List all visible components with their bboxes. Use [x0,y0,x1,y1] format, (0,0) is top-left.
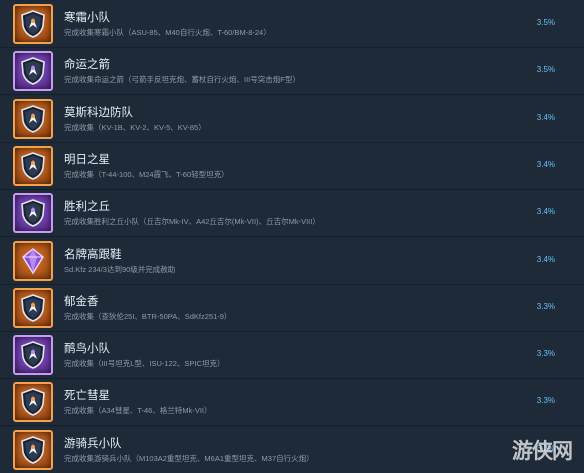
achievement-unlock-percent: 3.4% [536,113,555,122]
achievement-unlock-percent: 3.5% [536,18,555,27]
achievement-unlock-percent: 3.4% [536,255,555,264]
achievement-description: 完成收集寒霜小队（ASU-85、M40自行火炮、T-60/BM-8-24） [64,28,271,37]
achievement-row[interactable]: 命运之箭完成收集命运之箭（弓箭手反坦克炮、蓄杖自行火炮、III号突击炮F型） 3.… [0,48,584,95]
achievement-badge-icon [13,335,53,375]
achievement-unlock-percent: 3.5% [536,65,555,74]
achievement-badge-icon [13,382,53,422]
achievement-title: 莫斯科边防队 [64,107,133,119]
achievement-row[interactable]: 莫斯科边防队完成收集（KV-1B、KV-2、KV-5、KV-85） 3.4% [0,96,584,143]
achievement-description: 完成收集胜利之丘小队（丘吉尔Mk-IV、A42丘吉尔(Mk-VII)、丘吉尔Mk… [64,217,320,226]
achievement-description: 完成收集（T-44-100、M24霞飞、T-60轻型坦克） [64,170,229,179]
achievement-description: Sd.Kfz 234/3达到90级并完成赦助 [64,265,176,274]
achievement-badge-icon [13,51,53,91]
achievement-row[interactable]: 郁金香完成收集（查狄伦25I、BTR-50PA、SdKfz251-9） 3.3% [0,285,584,332]
achievement-title: 鸸鸟小队 [64,343,110,355]
achievement-title: 郁金香 [64,296,99,308]
achievement-title: 游骑兵小队 [64,438,122,450]
achievement-title: 名牌高跟鞋 [64,249,122,261]
gem-icon [13,241,53,281]
achievement-badge-icon [13,288,53,328]
achievement-unlock-percent: 3.3% [536,444,555,453]
achievement-row[interactable]: 寒霜小队完成收集寒霜小队（ASU-85、M40自行火炮、T-60/BM-8-24… [0,1,584,48]
achievement-unlock-percent: 3.3% [536,302,555,311]
achievement-description: 完成收集（查狄伦25I、BTR-50PA、SdKfz251-9） [64,312,232,321]
achievement-title: 死亡彗星 [64,390,110,402]
achievement-description: 完成收集（III号坦克L型、ISU-122、SPIC坦克） [64,359,225,368]
achievement-badge-icon [13,99,53,139]
achievement-title: 寒霜小队 [64,12,110,24]
achievement-unlock-percent: 3.3% [536,396,555,405]
achievement-row[interactable]: 名牌高跟鞋 Sd.Kfz 234/3达到90级并完成赦助 3.4% [0,238,584,285]
achievement-unlock-percent: 3.3% [536,349,555,358]
achievement-description: 完成收集（KV-1B、KV-2、KV-5、KV-85） [64,123,206,132]
achievement-title: 命运之箭 [64,59,110,71]
achievement-row[interactable]: 明日之星完成收集（T-44-100、M24霞飞、T-60轻型坦克） 3.4% [0,143,584,190]
achievement-row[interactable]: 死亡彗星完成收集（A34彗星、T-46、格兰特Mk-VII） 3.3% [0,379,584,426]
achievement-title: 胜利之丘 [64,201,110,213]
achievement-list: 寒霜小队完成收集寒霜小队（ASU-85、M40自行火炮、T-60/BM-8-24… [0,0,584,473]
achievement-badge-icon [13,193,53,233]
achievement-badge-icon [13,146,53,186]
achievement-row[interactable]: 游骑兵小队完成收集游骑兵小队（M103A2重型坦克、M6A1重型坦克、M37自行… [0,427,584,473]
achievement-title: 明日之星 [64,154,110,166]
achievement-row[interactable]: 鸸鸟小队完成收集（III号坦克L型、ISU-122、SPIC坦克） 3.3% [0,332,584,379]
achievement-description: 完成收集命运之箭（弓箭手反坦克炮、蓄杖自行火炮、III号突击炮F型） [64,75,300,84]
achievement-description: 完成收集游骑兵小队（M103A2重型坦克、M6A1重型坦克、M37自行火炮） [64,454,314,463]
achievement-unlock-percent: 3.4% [536,207,555,216]
achievement-badge-icon [13,4,53,44]
achievement-row[interactable]: 胜利之丘完成收集胜利之丘小队（丘吉尔Mk-IV、A42丘吉尔(Mk-VII)、丘… [0,190,584,237]
achievement-description: 完成收集（A34彗星、T-46、格兰特Mk-VII） [64,406,212,415]
achievement-unlock-percent: 3.4% [536,160,555,169]
achievement-badge-icon [13,430,53,470]
